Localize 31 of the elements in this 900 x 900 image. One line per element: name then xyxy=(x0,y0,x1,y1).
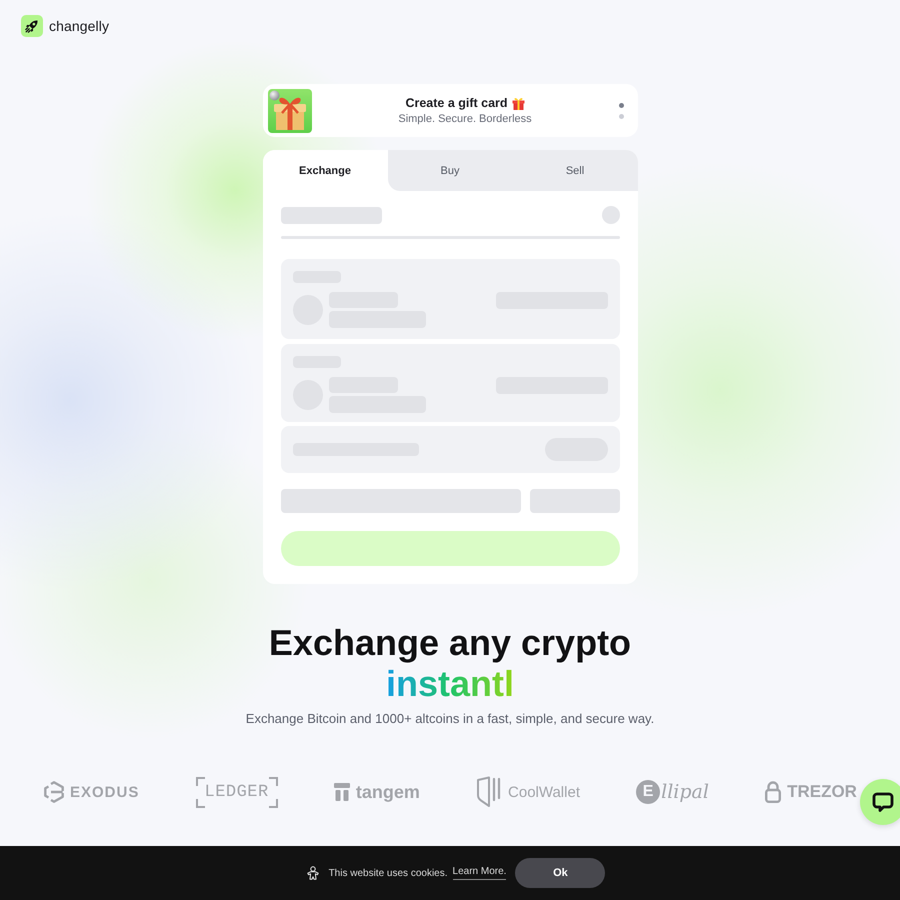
gift-card-banner[interactable]: Create a gift card Simple. Secure. Borderless xyxy=(262,84,638,137)
shield-icon xyxy=(476,776,502,808)
t-block-icon xyxy=(334,783,350,801)
brand-name[interactable]: changelly xyxy=(49,18,110,34)
mode-tab[interactable]: Buy xyxy=(388,150,512,191)
partner-wordmark: tangem xyxy=(356,782,420,802)
partner-wordmark: TREZOR xyxy=(787,782,857,802)
hexagon-icon xyxy=(44,781,64,803)
chat-icon xyxy=(872,791,894,813)
partner-wordmark: EXODUS xyxy=(70,784,140,800)
gingerbread-icon xyxy=(306,866,319,880)
partner-wordmark: llipal xyxy=(661,781,709,803)
ok-button[interactable]: Ok xyxy=(515,858,606,888)
banner-subtitle: Simple. Secure. Borderless xyxy=(398,113,532,125)
carousel-dot[interactable] xyxy=(618,102,624,108)
gift-icon xyxy=(512,96,525,110)
letter-mark: E xyxy=(636,780,660,804)
gift-icon xyxy=(268,88,312,132)
partner-wordmark: CoolWallet xyxy=(508,784,580,800)
skeleton-circle xyxy=(602,206,620,224)
lock-icon xyxy=(765,781,782,803)
partner-wordmark: LEDGER xyxy=(196,776,278,808)
hero-title: Exchange any crypto xyxy=(268,622,632,663)
rocket-icon[interactable] xyxy=(21,15,43,37)
chat-button[interactable] xyxy=(860,779,900,825)
carousel-dot[interactable] xyxy=(618,114,624,118)
banner-title: Create a gift card xyxy=(405,96,508,110)
learn-more-link[interactable]: Learn More. xyxy=(452,866,506,880)
mode-tab[interactable]: Sell xyxy=(512,150,638,191)
cookie-notice: This website uses cookies. xyxy=(328,868,448,878)
hero-subtitle: Exchange Bitcoin and 1000+ altcoins in a fast, simple, and secure way. xyxy=(246,710,654,728)
